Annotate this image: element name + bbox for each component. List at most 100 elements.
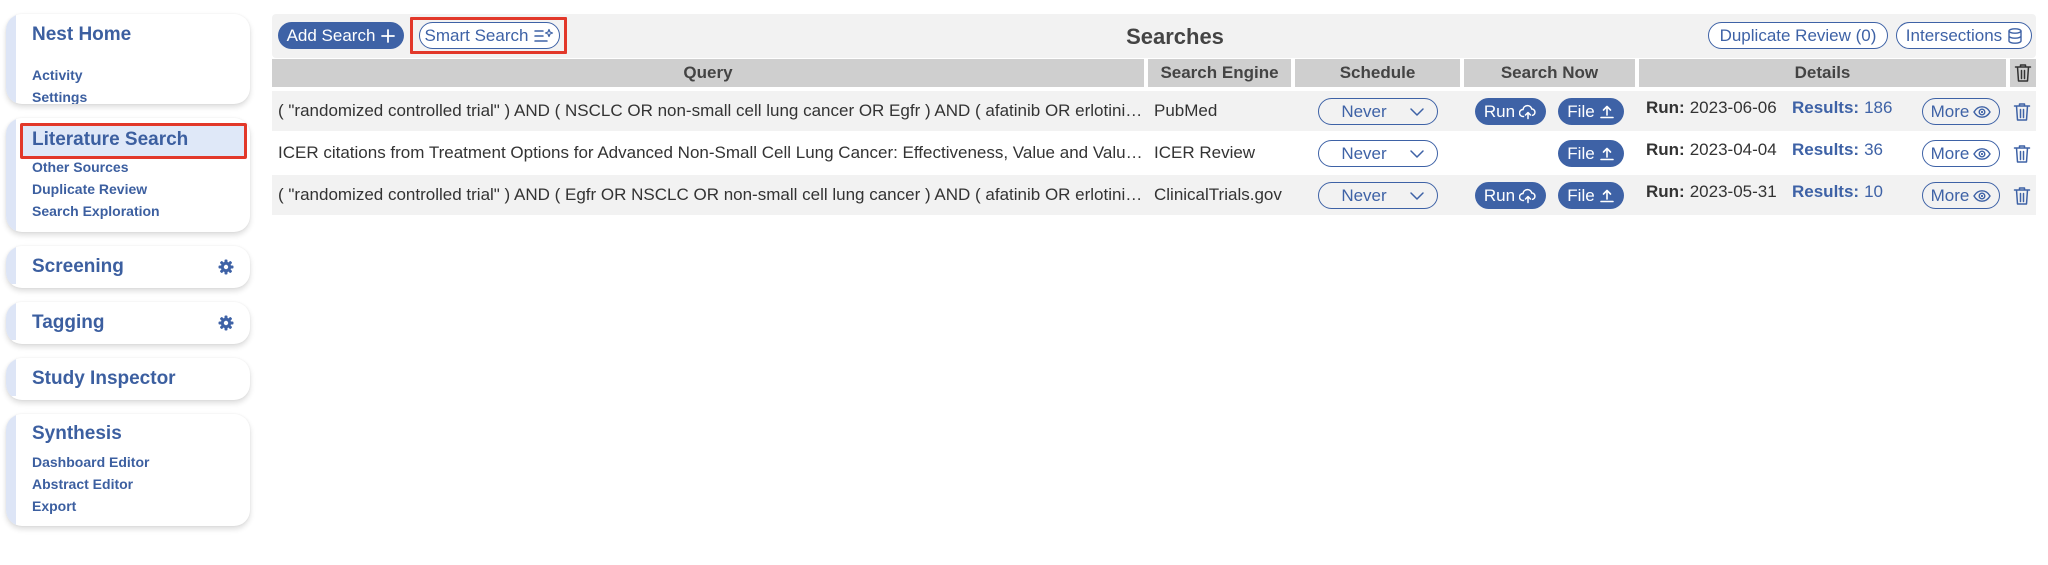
nav-card-nest-home: Nest Home Activity Settings xyxy=(6,14,250,104)
last-run: Run: 2023-06-06 xyxy=(1646,88,1796,128)
eye-icon xyxy=(1973,105,1992,118)
results-count: Results: 186 xyxy=(1792,88,1942,128)
nav-screening[interactable]: Screening xyxy=(32,256,124,278)
last-run: Run: 2023-04-04 xyxy=(1646,130,1796,170)
nav-card-study-inspector[interactable]: Study Inspector xyxy=(6,358,250,400)
intersections-button[interactable]: Intersections xyxy=(1896,22,2032,49)
results-caption: Results: xyxy=(1792,182,1860,201)
results-caption: Results: xyxy=(1792,98,1860,117)
nav-export[interactable]: Export xyxy=(32,498,76,514)
query-text: ( "randomized controlled trial" ) AND ( … xyxy=(278,101,1144,120)
search-engine: PubMed xyxy=(1154,101,1218,120)
smart-search-label: Smart Search xyxy=(424,25,529,45)
schedule-select[interactable]: Never xyxy=(1318,98,1438,125)
upload-icon xyxy=(1599,189,1614,202)
more-button[interactable]: More xyxy=(1922,98,2000,125)
schedule-value: Never xyxy=(1341,101,1387,121)
file-button[interactable]: File xyxy=(1558,98,1624,125)
nav-nest-home[interactable]: Nest Home xyxy=(32,24,131,46)
add-search-button[interactable]: Add Search xyxy=(278,22,404,49)
run-date: 2023-05-31 xyxy=(1689,182,1777,201)
results-count: Results: 10 xyxy=(1792,172,1942,212)
run-label: Run xyxy=(1483,101,1516,121)
chevron-down-icon xyxy=(1410,191,1424,200)
file-label: File xyxy=(1567,143,1595,163)
trash-icon[interactable] xyxy=(2012,102,2032,122)
schedule-value: Never xyxy=(1341,185,1387,205)
intersections-label: Intersections xyxy=(1905,25,2003,45)
plus-icon xyxy=(381,28,396,43)
nav-study-inspector[interactable]: Study Inspector xyxy=(32,368,176,390)
eye-icon xyxy=(1973,147,1992,160)
trash-icon[interactable] xyxy=(2012,144,2032,164)
results-value: 36 xyxy=(1864,140,1883,159)
nav-card-screening[interactable]: Screening xyxy=(6,246,250,288)
gear-icon[interactable] xyxy=(218,315,234,331)
query-text: ICER citations from Treatment Options fo… xyxy=(278,143,1144,162)
results-caption: Results: xyxy=(1792,140,1860,159)
cloud-upload-icon xyxy=(1519,188,1536,203)
duplicate-review-button[interactable]: Duplicate Review (0) xyxy=(1708,22,1888,49)
header-search-now: Search Now xyxy=(1464,59,1635,87)
header-delete-all[interactable] xyxy=(2010,59,2036,87)
trash-icon[interactable] xyxy=(2012,186,2032,206)
chevron-down-icon xyxy=(1410,149,1424,158)
header-details: Details xyxy=(1639,59,2006,87)
schedule-value: Never xyxy=(1341,143,1387,163)
search-engine: ClinicalTrials.gov xyxy=(1154,185,1282,204)
more-label: More xyxy=(1930,143,1970,163)
nav-search-exploration[interactable]: Search Exploration xyxy=(32,203,160,219)
run-caption: Run: xyxy=(1646,140,1685,159)
nav-activity[interactable]: Activity xyxy=(32,67,83,83)
schedule-select[interactable]: Never xyxy=(1318,140,1438,167)
run-caption: Run: xyxy=(1646,182,1685,201)
sidebar: Nest Home Activity Settings Literature S… xyxy=(0,0,260,565)
schedule-select[interactable]: Never xyxy=(1318,182,1438,209)
run-date: 2023-04-04 xyxy=(1689,140,1777,159)
more-button[interactable]: More xyxy=(1922,182,2000,209)
eye-icon xyxy=(1973,189,1992,202)
file-label: File xyxy=(1567,101,1595,121)
nav-synthesis[interactable]: Synthesis xyxy=(32,423,122,445)
duplicate-review-label: Duplicate Review (0) xyxy=(1719,25,1877,45)
run-label: Run xyxy=(1483,185,1516,205)
results-count: Results: 36 xyxy=(1792,130,1942,170)
gear-icon[interactable] xyxy=(218,259,234,275)
file-button[interactable]: File xyxy=(1558,140,1624,167)
smart-search-button[interactable]: Smart Search xyxy=(419,22,560,49)
results-value: 10 xyxy=(1864,182,1883,201)
chevron-down-icon xyxy=(1410,107,1424,116)
nav-dashboard-editor[interactable]: Dashboard Editor xyxy=(32,454,149,470)
header-schedule: Schedule xyxy=(1295,59,1460,87)
nav-settings[interactable]: Settings xyxy=(32,89,87,104)
query-text: ( "randomized controlled trial" ) AND ( … xyxy=(278,185,1144,204)
nav-duplicate-review[interactable]: Duplicate Review xyxy=(32,181,147,197)
trash-icon[interactable] xyxy=(2014,63,2032,83)
last-run: Run: 2023-05-31 xyxy=(1646,172,1796,212)
more-label: More xyxy=(1930,185,1970,205)
table-row: ( "randomized controlled trial" ) AND ( … xyxy=(272,175,2036,215)
file-label: File xyxy=(1567,185,1595,205)
sparkle-list-icon xyxy=(534,28,554,42)
search-engine: ICER Review xyxy=(1154,143,1256,162)
upload-icon xyxy=(1599,147,1614,160)
nav-card-tagging[interactable]: Tagging xyxy=(6,302,250,344)
file-button[interactable]: File xyxy=(1558,182,1624,209)
run-button[interactable]: Run xyxy=(1475,98,1546,125)
page-title: Searches xyxy=(1126,24,1224,49)
nav-tagging[interactable]: Tagging xyxy=(32,312,104,334)
nav-abstract-editor[interactable]: Abstract Editor xyxy=(32,476,133,492)
table-row: ICER citations from Treatment Options fo… xyxy=(272,133,2036,173)
nav-other-sources[interactable]: Other Sources xyxy=(32,159,128,175)
run-button[interactable]: Run xyxy=(1475,182,1546,209)
upload-icon xyxy=(1599,105,1614,118)
add-search-label: Add Search xyxy=(286,25,376,45)
cloud-upload-icon xyxy=(1519,104,1536,119)
run-date: 2023-06-06 xyxy=(1689,98,1777,117)
more-label: More xyxy=(1930,101,1970,121)
table-row: ( "randomized controlled trial" ) AND ( … xyxy=(272,91,2036,131)
run-caption: Run: xyxy=(1646,98,1685,117)
more-button[interactable]: More xyxy=(1922,140,2000,167)
nav-card-synthesis: Synthesis Dashboard Editor Abstract Edit… xyxy=(6,414,250,526)
nav-literature-search[interactable]: Literature Search xyxy=(32,129,188,151)
